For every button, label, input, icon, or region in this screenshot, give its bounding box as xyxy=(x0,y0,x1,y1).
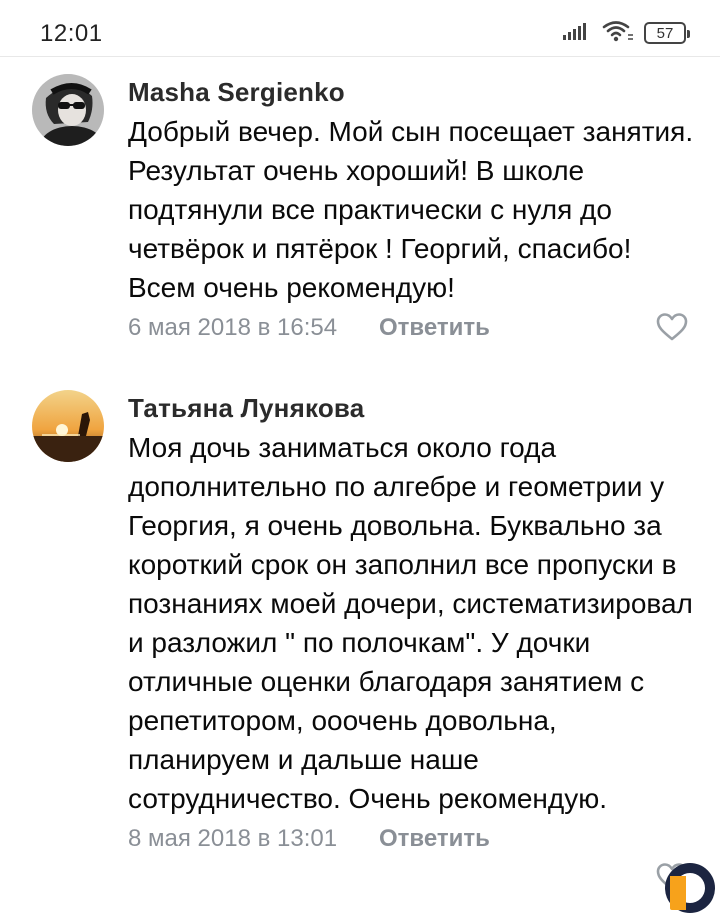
comment-text: Моя дочь заниматься около года дополните… xyxy=(128,432,693,814)
user-photo-avatar[interactable] xyxy=(32,74,104,146)
reply-button[interactable]: Ответить xyxy=(379,309,490,347)
reply-button[interactable]: Ответить xyxy=(379,820,490,858)
sunset-photo-avatar[interactable] xyxy=(32,390,104,462)
status-time: 12:01 xyxy=(40,20,103,47)
comment-body: Masha Sergienko Добрый вечер. Мой сын по… xyxy=(128,76,698,347)
wifi-icon xyxy=(602,19,634,48)
comment-body: Татьяна Лунякова Моя дочь заниматься око… xyxy=(128,392,698,858)
comment-text: Добрый вечер. Мой сын посещает занятия. … xyxy=(128,116,694,303)
heart-icon[interactable] xyxy=(656,312,688,342)
comment-author[interactable]: Masha Sergienko xyxy=(128,76,698,108)
comment-date: 6 мая 2018 в 16:54 xyxy=(128,314,338,341)
battery-level: 57 xyxy=(656,24,674,42)
comment-date: 8 мая 2018 в 13:01 xyxy=(128,825,338,852)
comment-meta: 6 мая 2018 в 16:54 Ответить xyxy=(128,309,698,347)
watermark-logo-icon xyxy=(664,862,716,914)
status-icons: 57 xyxy=(562,19,690,48)
status-bar: 12:01 57 xyxy=(0,0,720,57)
comment-meta: 8 мая 2018 в 13:01 Ответить xyxy=(128,820,698,858)
comment-author[interactable]: Татьяна Лунякова xyxy=(128,392,698,424)
signal-icon xyxy=(562,21,592,46)
battery-icon: 57 xyxy=(644,22,690,44)
